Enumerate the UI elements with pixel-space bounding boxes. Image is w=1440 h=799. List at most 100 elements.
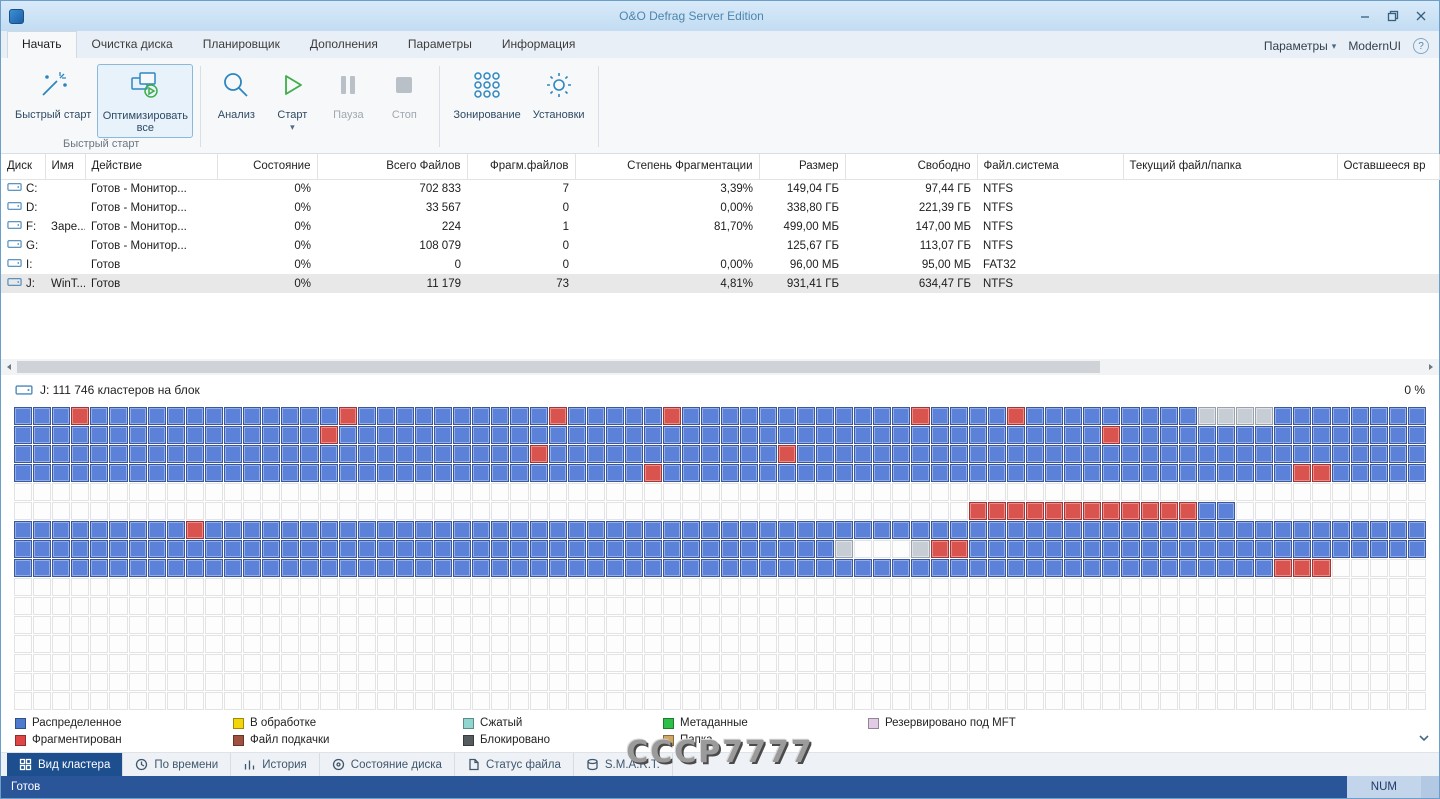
cluster-block <box>1198 616 1216 634</box>
table-row[interactable]: G:Готов - Монитор...0%108 0790125,67 ГБ1… <box>1 236 1439 255</box>
hscroll-left-arrow[interactable] <box>1 359 17 375</box>
cluster-block <box>90 635 108 653</box>
table-row[interactable]: C:Готов - Монитор...0%702 83373,39%149,0… <box>1 179 1439 198</box>
bottom-tab-history[interactable]: История <box>231 753 320 776</box>
cluster-block <box>969 426 987 444</box>
tab-scheduler[interactable]: Планировщик <box>188 31 295 58</box>
cluster-block <box>835 540 853 558</box>
column-header-remaining[interactable]: Оставшееся вр <box>1337 154 1439 179</box>
hscroll-right-arrow[interactable] <box>1423 359 1439 375</box>
table-row[interactable]: I:Готов0%000,00%96,00 МБ95,00 МБFAT32 <box>1 255 1439 274</box>
cluster-block <box>873 635 891 653</box>
cluster-block <box>740 616 758 634</box>
cluster-block <box>1408 616 1426 634</box>
tab-start[interactable]: Начать <box>7 31 77 59</box>
maximize-button[interactable] <box>1379 5 1407 27</box>
cluster-block <box>1160 635 1178 653</box>
table-row[interactable]: F:Заре...Готов - Монитор...0%224181,70%4… <box>1 217 1439 236</box>
ribbon-button-stop[interactable]: Стоп <box>376 64 432 123</box>
table-row[interactable]: J:WinT...Готов0%11 179734,81%931,41 ГБ63… <box>1 274 1439 293</box>
cluster-block <box>148 635 166 653</box>
cluster-block <box>1408 521 1426 539</box>
minimize-button[interactable] <box>1351 5 1379 27</box>
cluster-block <box>740 502 758 520</box>
table-row[interactable]: D:Готов - Монитор...0%33 56700,00%338,80… <box>1 198 1439 217</box>
tabrow-right: Параметры ▾ ModernUI ? <box>1264 38 1439 58</box>
column-header-current[interactable]: Текущий файл/папка <box>1123 154 1337 179</box>
column-header-size[interactable]: Размер <box>759 154 845 179</box>
column-header-free[interactable]: Свободно <box>845 154 977 179</box>
cluster-block <box>816 578 834 596</box>
hscroll-thumb[interactable] <box>17 361 1100 373</box>
bottom-tab-cluster-view[interactable]: Вид кластера <box>7 753 123 776</box>
cluster-block <box>931 654 949 672</box>
cluster-block <box>1293 407 1311 425</box>
cluster-block <box>969 445 987 463</box>
cluster-block <box>1217 483 1235 501</box>
cluster-block <box>873 483 891 501</box>
cluster-block <box>300 635 318 653</box>
modernui-toggle[interactable]: ModernUI <box>1348 39 1401 53</box>
cluster-block <box>339 654 357 672</box>
cluster-row <box>14 483 1426 501</box>
scroll-down-button[interactable] <box>1417 730 1431 748</box>
cluster-block <box>969 483 987 501</box>
cluster-block <box>1026 426 1044 444</box>
cluster-block <box>1007 445 1025 463</box>
disk-letter: J: <box>26 278 35 290</box>
cluster-block <box>797 483 815 501</box>
cluster-block <box>931 692 949 710</box>
cluster-block <box>358 540 376 558</box>
bottom-tab-file-status[interactable]: Статус файла <box>455 753 574 776</box>
cluster-block <box>1236 673 1254 691</box>
help-button[interactable]: ? <box>1413 38 1429 54</box>
hscroll-track[interactable] <box>17 359 1423 375</box>
cluster-block <box>396 407 414 425</box>
cluster-block <box>224 673 242 691</box>
bottom-tab-smart[interactable]: S.M.A.R.T. <box>574 753 673 776</box>
ribbon-button-start[interactable]: Старт▾ <box>264 64 320 135</box>
column-header-name[interactable]: Имя <box>45 154 85 179</box>
bottom-tab-disk-state[interactable]: Состояние диска <box>320 753 455 776</box>
column-header-action[interactable]: Действие <box>85 154 217 179</box>
column-header-frag-files[interactable]: Фрагм.файлов <box>467 154 575 179</box>
tab-addons[interactable]: Дополнения <box>295 31 393 58</box>
options-menu[interactable]: Параметры ▾ <box>1264 39 1337 53</box>
cluster-block <box>892 540 910 558</box>
cluster-block <box>644 673 662 691</box>
cluster-block <box>721 692 739 710</box>
cluster-block <box>1083 597 1101 615</box>
ribbon-button-quick-start[interactable]: Быстрый старт <box>9 64 97 123</box>
cluster-block <box>415 540 433 558</box>
cluster-block <box>167 692 185 710</box>
cluster-block <box>243 464 261 482</box>
cluster-block <box>1121 426 1139 444</box>
column-header-disk[interactable]: Диск <box>1 154 45 179</box>
cluster-block <box>205 426 223 444</box>
mft-reserved-swatch <box>868 718 879 729</box>
cluster-block <box>701 426 719 444</box>
tab-info[interactable]: Информация <box>487 31 590 58</box>
close-button[interactable] <box>1407 5 1435 27</box>
cluster-block <box>300 521 318 539</box>
ribbon-button-zoning[interactable]: Зонирование <box>447 64 526 123</box>
tab-disk-cleanup[interactable]: Очистка диска <box>77 31 188 58</box>
ribbon-button-optimize-all[interactable]: Оптимизировать все <box>97 64 193 138</box>
column-header-fs[interactable]: Файл.система <box>977 154 1123 179</box>
bottom-tab-by-time[interactable]: По времени <box>123 753 231 776</box>
column-header-frag-degree[interactable]: Степень Фрагментации <box>575 154 759 179</box>
column-header-total-files[interactable]: Всего Файлов <box>317 154 467 179</box>
cluster-block <box>1312 559 1330 577</box>
cell-frag-files: 0 <box>467 236 575 255</box>
cluster-block <box>1141 521 1159 539</box>
cluster-block <box>950 502 968 520</box>
column-header-state[interactable]: Состояние <box>217 154 317 179</box>
cluster-row <box>14 521 1426 539</box>
cluster-block <box>797 407 815 425</box>
ribbon-button-analyze[interactable]: Анализ <box>208 64 264 123</box>
tab-settings[interactable]: Параметры <box>393 31 487 58</box>
cluster-block <box>186 426 204 444</box>
ribbon-button-setup[interactable]: Установки <box>527 64 591 123</box>
cluster-block <box>491 673 509 691</box>
ribbon-button-pause[interactable]: Пауза <box>320 64 376 123</box>
